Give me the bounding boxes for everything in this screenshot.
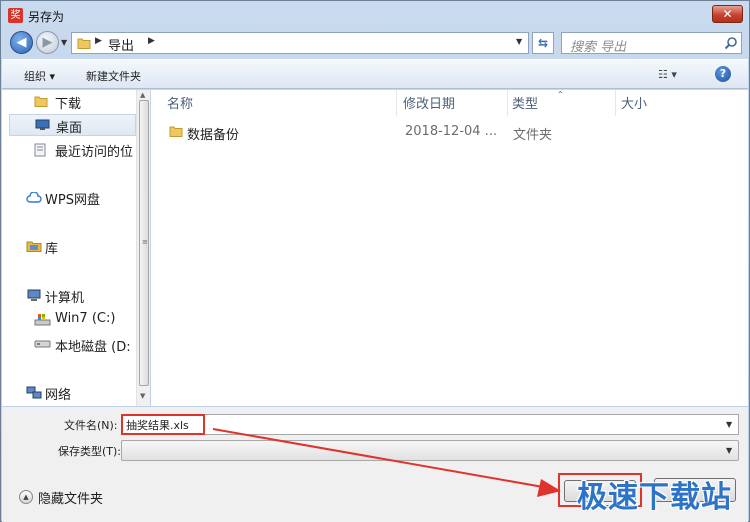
- nav-item-computer[interactable]: 计算机: [2, 285, 135, 307]
- file-type-label: 保存类型(T):: [58, 443, 121, 459]
- recent-pages-dropdown-icon[interactable]: ▼: [61, 38, 70, 47]
- folder-icon: [77, 37, 91, 49]
- nav-item-wps-cloud[interactable]: WPS网盘: [2, 187, 135, 209]
- column-divider[interactable]: [507, 90, 508, 116]
- file-type-dropdown-icon[interactable]: ▼: [726, 446, 732, 455]
- watermark: 极速下载站: [577, 472, 732, 516]
- nav-item-label: 桌面: [56, 117, 82, 136]
- file-name: 数据备份: [187, 124, 239, 143]
- nav-item-label: 计算机: [45, 287, 84, 306]
- back-button[interactable]: ◀: [10, 31, 33, 54]
- search-icon[interactable]: [724, 36, 738, 50]
- drive-d-icon: [34, 340, 51, 349]
- sort-ascending-icon: ⌃: [557, 90, 564, 99]
- search-input[interactable]: 搜索 导出: [561, 32, 742, 54]
- help-icon[interactable]: ?: [715, 66, 731, 82]
- annotation-highlight-box: [121, 414, 205, 435]
- column-header-name[interactable]: 名称: [167, 93, 193, 115]
- desktop-icon: [35, 119, 50, 131]
- breadcrumb-export[interactable]: 导出: [108, 35, 134, 54]
- nav-item-library[interactable]: 库: [2, 236, 135, 258]
- file-date: 2018-12-04 ...: [405, 124, 497, 139]
- file-type-select[interactable]: ▼: [121, 440, 739, 461]
- column-divider[interactable]: [615, 90, 616, 116]
- nav-item-label: WPS网盘: [45, 189, 100, 208]
- navigation-pane: 下载 桌面 最近访问的位 WPS网盘: [2, 90, 149, 406]
- nav-item-recent-places[interactable]: 最近访问的位: [2, 139, 135, 161]
- cloud-icon: [26, 192, 42, 203]
- nav-item-label: 本地磁盘 (D:: [55, 336, 131, 355]
- file-list: 名称 修改日期 ⌃ 类型 大小 数据备份 2018-12-04 ... 文件夹: [151, 90, 748, 406]
- app-icon: 奖: [8, 8, 23, 23]
- recent-places-icon: [34, 143, 49, 157]
- command-toolbar: 组织 ▾ 新建文件夹 ☷ ▾ ?: [2, 59, 748, 89]
- network-icon: [26, 386, 42, 400]
- nav-item-label: Win7 (C:): [55, 311, 115, 326]
- nav-item-desktop[interactable]: 桌面: [9, 114, 136, 136]
- scroll-down-icon[interactable]: ▼: [140, 392, 145, 400]
- search-placeholder: 搜索 导出: [570, 36, 626, 55]
- window-title: 另存为: [28, 8, 64, 25]
- file-type: 文件夹: [513, 124, 552, 143]
- change-view-button[interactable]: ☷ ▾: [658, 68, 677, 81]
- column-header-type[interactable]: 类型: [512, 93, 538, 115]
- nav-scrollbar[interactable]: ▲ ≡ ▼: [136, 90, 150, 406]
- close-button[interactable]: ✕: [712, 5, 743, 23]
- drive-c-icon: [34, 313, 51, 327]
- organize-button[interactable]: 组织 ▾: [24, 68, 55, 84]
- forward-button[interactable]: ▶: [36, 31, 59, 54]
- filename-field[interactable]: 抽奖结果.xls ▼: [121, 414, 739, 435]
- breadcrumb-separator-icon[interactable]: ▶: [95, 36, 102, 46]
- chevron-up-icon: ▲: [19, 490, 33, 504]
- hide-folders-label: 隐藏文件夹: [38, 488, 103, 507]
- refresh-button[interactable]: ⇆: [532, 32, 554, 54]
- nav-item-label: 最近访问的位: [55, 141, 133, 160]
- nav-item-drive-d[interactable]: 本地磁盘 (D:: [2, 334, 135, 356]
- folder-icon: [169, 125, 183, 138]
- column-header-size[interactable]: 大小: [621, 93, 647, 115]
- scroll-up-icon[interactable]: ▲: [140, 91, 145, 99]
- new-folder-button[interactable]: 新建文件夹: [86, 68, 141, 84]
- nav-item-label: 库: [45, 238, 58, 257]
- breadcrumb-separator-icon[interactable]: ▶: [148, 36, 155, 46]
- filename-label: 文件名(N):: [64, 417, 118, 433]
- table-row[interactable]: 数据备份 2018-12-04 ... 文件夹: [165, 122, 725, 142]
- column-header-date[interactable]: 修改日期: [403, 93, 455, 115]
- save-as-dialog: 奖 另存为 ✕ ◀ ▶ ▼ ▶ 导出 ▶ ▼ ⇆ 搜索 导出 组织 ▾ 新建文件…: [0, 0, 750, 522]
- nav-item-drive-c[interactable]: Win7 (C:): [2, 309, 135, 331]
- nav-item-network[interactable]: 网络: [2, 382, 135, 404]
- column-divider[interactable]: [396, 90, 397, 116]
- filename-dropdown-icon[interactable]: ▼: [726, 420, 732, 429]
- grip-icon: ≡: [142, 241, 147, 244]
- title-bar: 奖 另存为 ✕: [1, 1, 749, 29]
- library-icon: [26, 240, 42, 253]
- folder-icon: [34, 95, 48, 108]
- address-bar[interactable]: ▶ 导出 ▶ ▼: [71, 32, 529, 54]
- nav-item-label: 下载: [55, 93, 81, 112]
- scrollbar-thumb[interactable]: ≡: [139, 100, 149, 386]
- address-dropdown-icon[interactable]: ▼: [516, 37, 522, 46]
- nav-item-downloads[interactable]: 下载: [2, 91, 135, 113]
- computer-icon: [26, 289, 42, 303]
- nav-item-label: 网络: [45, 384, 71, 403]
